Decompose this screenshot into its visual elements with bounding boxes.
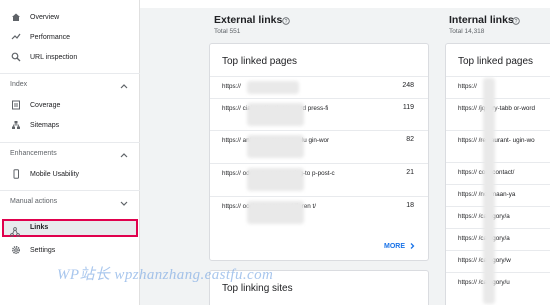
search-icon bbox=[11, 52, 21, 62]
table-row[interactable]: https:// ant-menu-manager-plu gin-wor 82 bbox=[210, 130, 428, 163]
sidebar-item-overview[interactable]: Overview bbox=[0, 7, 140, 27]
svg-text:?: ? bbox=[515, 19, 518, 25]
row-url: https:// /category/w bbox=[458, 257, 511, 264]
sidebar-item-label: Settings bbox=[30, 246, 56, 254]
sitemap-icon bbox=[11, 120, 21, 130]
more-button[interactable]: MORE bbox=[384, 242, 416, 250]
section-index[interactable]: Index bbox=[10, 81, 27, 88]
sidebar: Overview Performance URL inspection Inde… bbox=[0, 0, 140, 305]
row-url: https:// com/contact/ bbox=[458, 169, 515, 176]
sidebar-item-coverage[interactable]: Coverage bbox=[0, 95, 140, 115]
table-row[interactable]: https:// /category/w bbox=[446, 250, 550, 272]
row-url: https:// /category/u bbox=[458, 279, 510, 286]
divider bbox=[0, 142, 140, 143]
row-count: 119 bbox=[402, 104, 414, 111]
section-title: Manual actions bbox=[10, 198, 58, 205]
table-row[interactable]: https:// /noumaan-ya bbox=[446, 184, 550, 206]
sidebar-item-label: Mobile Usability bbox=[30, 170, 80, 178]
coverage-icon bbox=[11, 100, 21, 110]
table-row[interactable]: https:// /category/a bbox=[446, 228, 550, 250]
external-top-linked-pages-card: Top linked pages https:// 248 https:// c… bbox=[209, 43, 429, 261]
internal-top-linked-pages-card: Top linked pages https:// https:// /jque… bbox=[445, 43, 550, 305]
table-row[interactable]: https:// oogle-chrome-is-differen t/ 18 bbox=[210, 196, 428, 229]
redaction-blur bbox=[247, 103, 304, 126]
row-url: https:// /category/a bbox=[458, 213, 510, 220]
table-row[interactable]: https:// /restaurant- ugin-wo bbox=[446, 130, 550, 162]
section-enhancements[interactable]: Enhancements bbox=[10, 150, 57, 157]
table-row[interactable]: https:// com/contact/ bbox=[446, 162, 550, 184]
trend-icon bbox=[11, 32, 21, 42]
redaction-blur bbox=[247, 135, 304, 158]
row-url: https:// bbox=[458, 83, 477, 90]
external-links-title: External links bbox=[214, 14, 283, 26]
table-row[interactable]: https:// /category/u bbox=[446, 272, 550, 294]
table-row[interactable]: https:// 248 bbox=[210, 76, 428, 98]
sidebar-item-label: Links bbox=[30, 224, 49, 231]
home-icon bbox=[11, 12, 21, 22]
watermark: WP站长 wpzhanzhang.eastfu.com bbox=[57, 267, 274, 283]
redaction-blur bbox=[247, 81, 299, 94]
section-title: Index bbox=[10, 81, 28, 88]
svg-text:?: ? bbox=[285, 19, 288, 25]
section-title: Enhancements bbox=[10, 150, 57, 157]
more-label: MORE bbox=[384, 242, 405, 250]
sidebar-item-links[interactable]: Links bbox=[2, 219, 138, 237]
section-manual-actions[interactable]: Manual actions bbox=[10, 198, 57, 205]
help-icon[interactable]: ? bbox=[282, 17, 290, 25]
table-row[interactable]: https:// /category/a bbox=[446, 206, 550, 228]
row-count: 21 bbox=[406, 169, 414, 176]
sidebar-item-performance[interactable]: Performance bbox=[0, 27, 140, 47]
chevron-up-icon[interactable] bbox=[119, 82, 129, 90]
chevron-down-icon[interactable] bbox=[119, 199, 129, 207]
row-url: https:// /noumaan-ya bbox=[458, 191, 516, 198]
card-title: Top linked pages bbox=[222, 56, 298, 67]
row-count: 18 bbox=[406, 202, 414, 209]
sidebar-item-label: URL inspection bbox=[30, 53, 78, 61]
help-icon[interactable]: ? bbox=[512, 17, 520, 25]
divider bbox=[0, 73, 140, 74]
sidebar-item-url-inspection[interactable]: URL inspection bbox=[0, 47, 140, 67]
sidebar-item-label: Overview bbox=[30, 13, 60, 21]
redaction-blur bbox=[247, 201, 304, 224]
mobile-icon bbox=[11, 169, 21, 179]
table-row[interactable]: https:// bbox=[446, 76, 550, 98]
links-icon bbox=[10, 224, 20, 237]
sidebar-item-settings[interactable]: Settings bbox=[0, 240, 140, 260]
chevron-right-icon bbox=[410, 243, 415, 249]
sidebar-item-mobile-usability[interactable]: Mobile Usability bbox=[0, 164, 140, 184]
divider bbox=[0, 190, 140, 191]
gear-icon bbox=[11, 245, 21, 255]
top-band bbox=[140, 0, 550, 8]
row-count: 248 bbox=[402, 82, 414, 89]
row-url: https:// /jquery-tabb or-word bbox=[458, 105, 535, 112]
chevron-up-icon[interactable] bbox=[119, 151, 129, 159]
redaction-blur bbox=[247, 168, 304, 191]
table-row[interactable]: https:// /jquery-tabb or-word bbox=[446, 98, 550, 130]
row-url: https:// /restaurant- ugin-wo bbox=[458, 137, 535, 144]
sidebar-item-sitemaps[interactable]: Sitemaps bbox=[0, 115, 140, 135]
table-row[interactable]: https:// ode-output-appearing-to p-post-… bbox=[210, 163, 428, 196]
sidebar-item-label: Performance bbox=[30, 33, 71, 41]
table-row[interactable]: https:// cial-media-plugin-word press-fi… bbox=[210, 98, 428, 130]
internal-links-total: Total 14,318 bbox=[449, 28, 485, 35]
row-count: 82 bbox=[406, 136, 414, 143]
sidebar-item-label: Sitemaps bbox=[30, 121, 60, 129]
card-title: Top linked pages bbox=[458, 56, 534, 67]
sidebar-item-label: Coverage bbox=[30, 101, 61, 109]
redaction-blur bbox=[483, 78, 495, 304]
internal-links-title: Internal links bbox=[449, 14, 514, 26]
row-url: https:// /category/a bbox=[458, 235, 510, 242]
card-title: Top linking sites bbox=[222, 283, 293, 294]
external-links-total: Total 551 bbox=[214, 28, 241, 35]
